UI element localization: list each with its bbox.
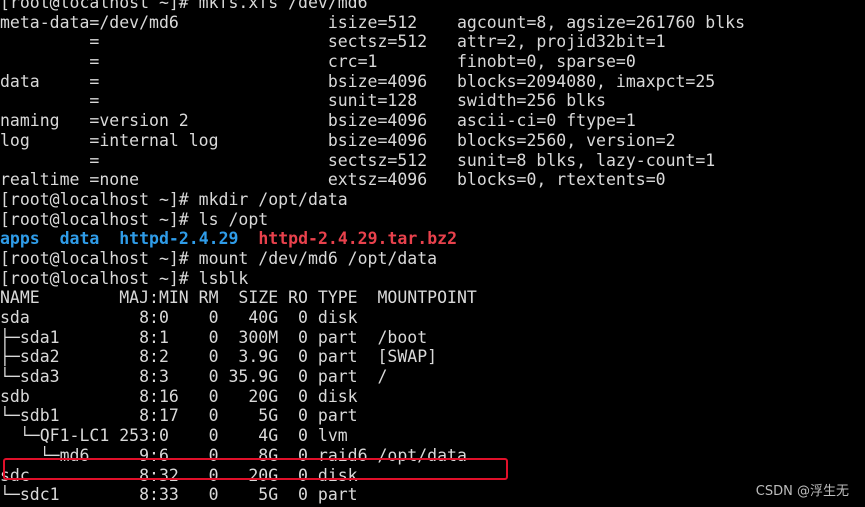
lsblk-row: └─QF1-LC1 253:0 0 4G 0 lvm bbox=[0, 426, 348, 446]
lsblk-row: └─sdc1 8:33 0 5G 0 part bbox=[0, 485, 358, 505]
lsblk-row: └─sda3 8:3 0 35.9G 0 part / bbox=[0, 367, 388, 387]
ls-entry-httpd-archive: httpd-2.4.29.tar.bz2 bbox=[258, 229, 458, 249]
terminal-line: [root@localhost ~]# ls /opt bbox=[0, 209, 269, 229]
ls-entry-httpd-dir: httpd-2.4.29 bbox=[119, 229, 239, 249]
terminal-line: [root@localhost ~]# mkdir /opt/data bbox=[0, 189, 348, 209]
lsblk-row: sda 8:0 0 40G 0 disk bbox=[0, 308, 358, 327]
terminal-line: meta-data=/dev/md6 isize=512 agcount=8, … bbox=[0, 12, 746, 32]
terminal-line: = sectsz=512 sunit=8 blks, lazy-count=1 bbox=[0, 150, 716, 170]
ls-separator bbox=[99, 229, 119, 248]
terminal-line: [root@localhost ~]# lsblk bbox=[0, 268, 249, 288]
terminal-line: = sectsz=512 attr=2, projid32bit=1 bbox=[0, 32, 666, 52]
ls-separator bbox=[238, 229, 258, 248]
terminal-line: [root@localhost ~]# mkfs.xfs /dev/md6 bbox=[0, 0, 368, 12]
lsblk-row: sdb 8:16 0 20G 0 disk bbox=[0, 386, 358, 406]
md6-highlight-box bbox=[3, 458, 508, 480]
terminal-line: [root@localhost ~]# mount /dev/md6 /opt/… bbox=[0, 248, 438, 268]
terminal-line: realtime =none extsz=4096 blocks=0, rtex… bbox=[0, 170, 666, 190]
ls-entry-apps: apps bbox=[0, 229, 40, 249]
terminal-line: = crc=1 finobt=0, sparse=0 bbox=[0, 52, 636, 72]
watermark: CSDN @浮生无 bbox=[755, 484, 849, 499]
terminal-line: naming =version 2 bsize=4096 ascii-ci=0 … bbox=[0, 111, 636, 131]
lsblk-row: └─sdb1 8:17 0 5G 0 part bbox=[0, 406, 358, 426]
terminal-window[interactable]: [root@localhost ~]# mkfs.xfs /dev/md6 me… bbox=[0, 0, 865, 507]
terminal-line: = sunit=128 swidth=256 blks bbox=[0, 91, 606, 111]
ls-entry-data: data bbox=[59, 229, 100, 249]
lsblk-row: ├─sda2 8:2 0 3.9G 0 part [SWAP] bbox=[0, 347, 438, 367]
terminal-line: log =internal log bsize=4096 blocks=2560… bbox=[0, 130, 676, 150]
ls-output-line: apps data httpd-2.4.29 httpd-2.4.29.tar.… bbox=[0, 229, 865, 249]
ls-separator bbox=[40, 229, 60, 248]
lsblk-row: ├─sda1 8:1 0 300M 0 part /boot bbox=[0, 327, 428, 347]
terminal-line: data = bsize=4096 blocks=2094080, imaxpc… bbox=[0, 71, 716, 91]
lsblk-header: NAME MAJ:MIN RM SIZE RO TYPE MOUNTPOINT bbox=[0, 288, 477, 308]
